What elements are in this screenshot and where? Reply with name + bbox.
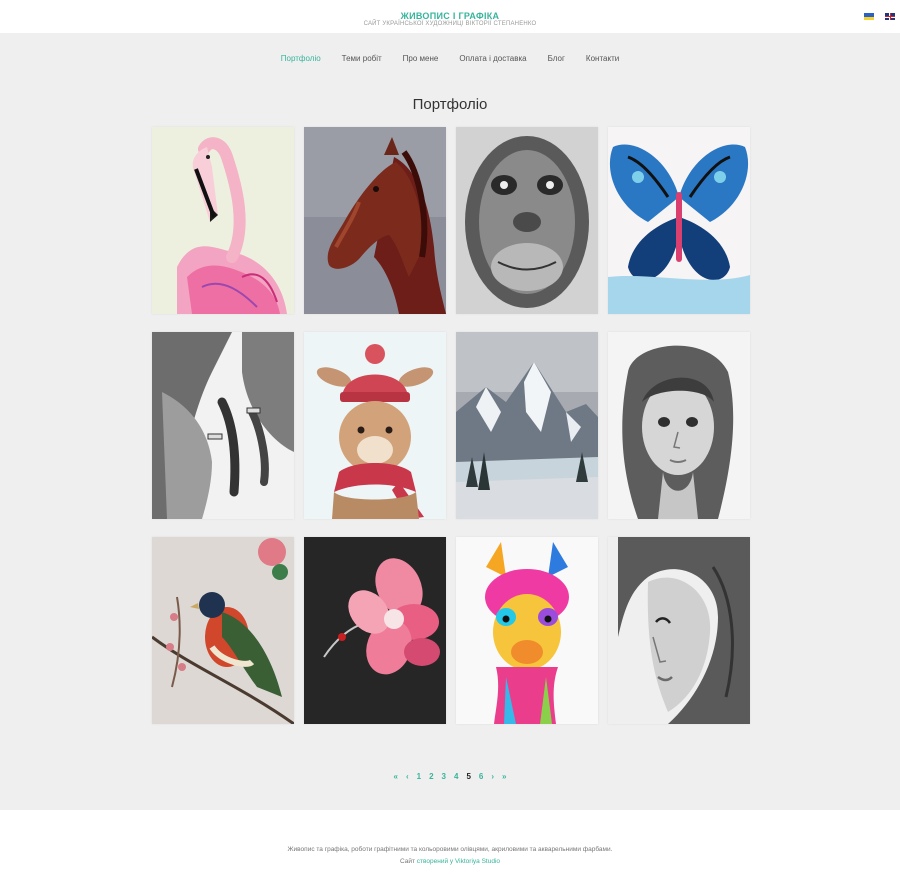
- english-flag-icon[interactable]: [885, 13, 895, 20]
- gallery-item-llama[interactable]: [456, 537, 598, 724]
- gallery-item-butterfly[interactable]: [608, 127, 750, 314]
- footer-credit: Сайт створений у Viktoriya Studio: [0, 858, 900, 865]
- footer-description: Живопис та графіка, роботи графітними та…: [287, 846, 613, 853]
- girl-portrait-drawing: [608, 332, 750, 519]
- flamingo-painting: [152, 127, 294, 314]
- gallery-item-hands[interactable]: [152, 332, 294, 519]
- site-title[interactable]: ЖИВОПИС І ГРАФІКА: [0, 11, 900, 21]
- pagination: « ‹ 1 2 3 4 5 6 › »: [0, 772, 900, 782]
- footer-credit-link[interactable]: створений у Viktoriya Studio: [417, 858, 500, 865]
- pagination-first[interactable]: «: [394, 772, 398, 782]
- pagination-page-2[interactable]: 2: [429, 772, 433, 782]
- gallery-item-girl-portrait[interactable]: [608, 332, 750, 519]
- gallery-item-flower[interactable]: [304, 537, 446, 724]
- horse-painting: [304, 127, 446, 314]
- nav-item-themes[interactable]: Теми робіт: [342, 54, 382, 64]
- gallery-item-chimpanzee[interactable]: [456, 127, 598, 314]
- gallery-item-bunny[interactable]: [304, 332, 446, 519]
- ukrainian-flag-icon[interactable]: [864, 13, 874, 20]
- pagination-page-5: 5: [466, 772, 471, 781]
- pagination-last[interactable]: »: [502, 772, 506, 782]
- page-title: Портфоліо: [412, 96, 488, 113]
- gallery-item-woman-portrait[interactable]: [608, 537, 750, 724]
- nav-item-about[interactable]: Про мене: [403, 54, 439, 64]
- site-header: ЖИВОПИС І ГРАФІКА САЙТ УКРАЇНСЬКОЇ ХУДОЖ…: [0, 0, 900, 33]
- gallery-item-bird[interactable]: [152, 537, 294, 724]
- nav-item-blog[interactable]: Блог: [548, 54, 565, 64]
- gallery-item-mountain[interactable]: [456, 332, 598, 519]
- butterfly-painting: [608, 127, 750, 314]
- nav-item-contacts[interactable]: Контакти: [586, 54, 619, 64]
- nav-item-portfolio[interactable]: Портфоліо: [281, 54, 321, 64]
- gallery-item-horse[interactable]: [304, 127, 446, 314]
- bunny-painting: [304, 332, 446, 519]
- pagination-page-4[interactable]: 4: [454, 772, 458, 782]
- site-subtitle: САЙТ УКРАЇНСЬКОЇ ХУДОЖНИЦІ ВІКТОРІЇ СТЕП…: [363, 21, 537, 27]
- woman-portrait-drawing: [608, 537, 750, 724]
- main-nav: Портфоліо Теми робіт Про мене Оплата і д…: [0, 54, 900, 64]
- footer-credit-prefix: Сайт: [399, 858, 415, 865]
- llama-painting: [456, 537, 598, 724]
- nav-item-payment-delivery[interactable]: Оплата і доставка: [459, 54, 526, 64]
- gallery-item-flamingo[interactable]: [152, 127, 294, 314]
- pagination-page-3[interactable]: 3: [442, 772, 446, 782]
- site-footer: Живопис та графіка, роботи графітними та…: [0, 810, 900, 893]
- pagination-page-1[interactable]: 1: [417, 772, 421, 782]
- chimpanzee-drawing: [456, 127, 598, 314]
- flower-ladybug-painting: [304, 537, 446, 724]
- pagination-page-6[interactable]: 6: [479, 772, 483, 782]
- bird-painting: [152, 537, 294, 724]
- portfolio-gallery: [152, 127, 751, 724]
- mountain-painting: [456, 332, 598, 519]
- pagination-next[interactable]: ›: [491, 772, 494, 782]
- hands-drawing: [152, 332, 294, 519]
- pagination-prev[interactable]: ‹: [406, 772, 409, 782]
